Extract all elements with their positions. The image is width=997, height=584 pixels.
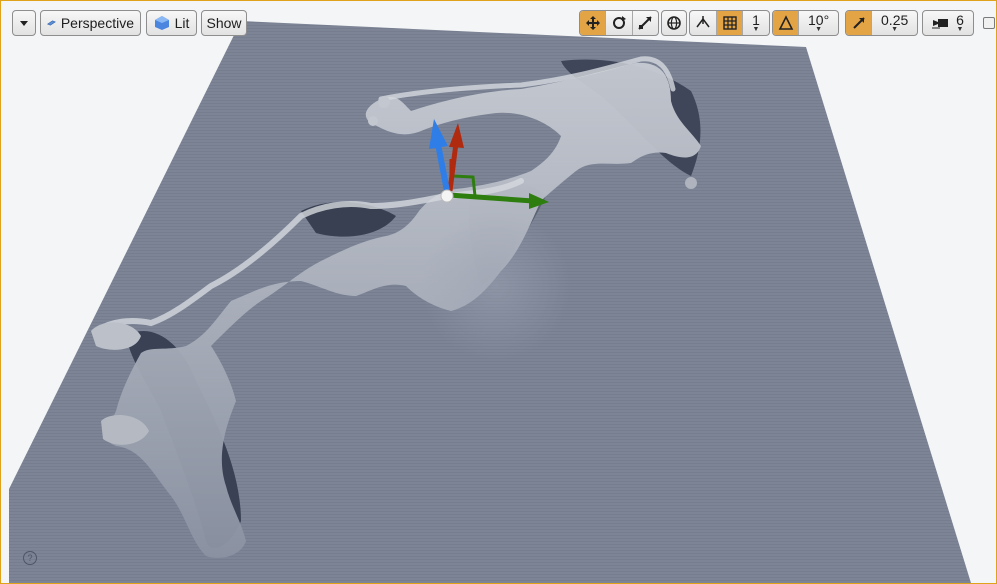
- scale-mode-button[interactable]: [631, 11, 658, 35]
- rotate-mode-button[interactable]: [605, 11, 631, 35]
- brush-cursor: [421, 211, 571, 361]
- transform-mode-group: [579, 10, 659, 36]
- help-glyph: ?: [27, 553, 33, 563]
- rotation-snap-value-dropdown[interactable]: 10° ▼: [798, 11, 838, 35]
- scale-snap-icon: [852, 17, 865, 29]
- maximize-viewport-icon[interactable]: [983, 17, 995, 29]
- help-icon[interactable]: ?: [23, 551, 37, 565]
- surface-snap-icon: [696, 16, 710, 28]
- chevron-down-icon: ▼: [752, 25, 760, 33]
- lit-button[interactable]: Lit: [146, 10, 197, 36]
- terrain-bump: [685, 177, 697, 189]
- grid-icon: [722, 16, 737, 30]
- surface-snap-button[interactable]: [690, 11, 716, 35]
- rotation-snap-group: 10° ▼: [772, 10, 839, 36]
- gizmo-pivot: [440, 189, 454, 203]
- grid-snap-toggle[interactable]: [716, 11, 742, 35]
- lit-label: Lit: [174, 15, 190, 31]
- grid-snap-group: 1 ▼: [689, 10, 770, 36]
- camera-speed-button[interactable]: 6 ▼: [922, 10, 974, 36]
- globe-icon: [667, 16, 681, 30]
- scale-snap-value: 0.25: [881, 11, 909, 28]
- level-viewport[interactable]: Perspective Lit Show 1 ▼ 10° ▼ 0.25 ▼ 6 …: [0, 0, 997, 584]
- landscape-scene[interactable]: [1, 1, 997, 584]
- chevron-down-icon: ▼: [956, 25, 964, 33]
- show-button[interactable]: Show: [201, 10, 247, 36]
- chevron-down-icon: ▼: [891, 25, 899, 33]
- perspective-label: Perspective: [60, 15, 134, 31]
- coordinate-system-button[interactable]: [661, 10, 687, 36]
- grid-snap-value-dropdown[interactable]: 1 ▼: [742, 11, 769, 35]
- scale-snap-group: 0.25 ▼: [845, 10, 918, 36]
- angle-icon: [778, 15, 793, 30]
- scale-snap-value-dropdown[interactable]: 0.25 ▼: [871, 11, 917, 35]
- terrain-bump: [378, 96, 390, 108]
- scale-icon: [638, 16, 653, 30]
- translate-icon: [585, 16, 600, 30]
- camera-speed-icon: [932, 19, 949, 29]
- grid-snap-value: 1: [752, 11, 760, 28]
- perspective-button[interactable]: Perspective: [40, 10, 141, 36]
- rotate-icon: [612, 16, 626, 29]
- translate-mode-button[interactable]: [580, 11, 606, 35]
- viewport-options-button[interactable]: [12, 10, 36, 36]
- chevron-down-icon: [20, 21, 28, 26]
- view-mode-sphere-icon: [154, 16, 169, 30]
- show-label: Show: [206, 15, 242, 31]
- scale-snap-toggle[interactable]: [846, 11, 872, 35]
- perspective-icon: [47, 20, 56, 26]
- rotation-snap-value: 10°: [808, 11, 830, 28]
- camera-speed-value: 6: [956, 11, 964, 28]
- terrain-bump: [368, 116, 378, 126]
- chevron-down-icon: ▼: [815, 25, 823, 33]
- rotation-snap-toggle[interactable]: [773, 11, 799, 35]
